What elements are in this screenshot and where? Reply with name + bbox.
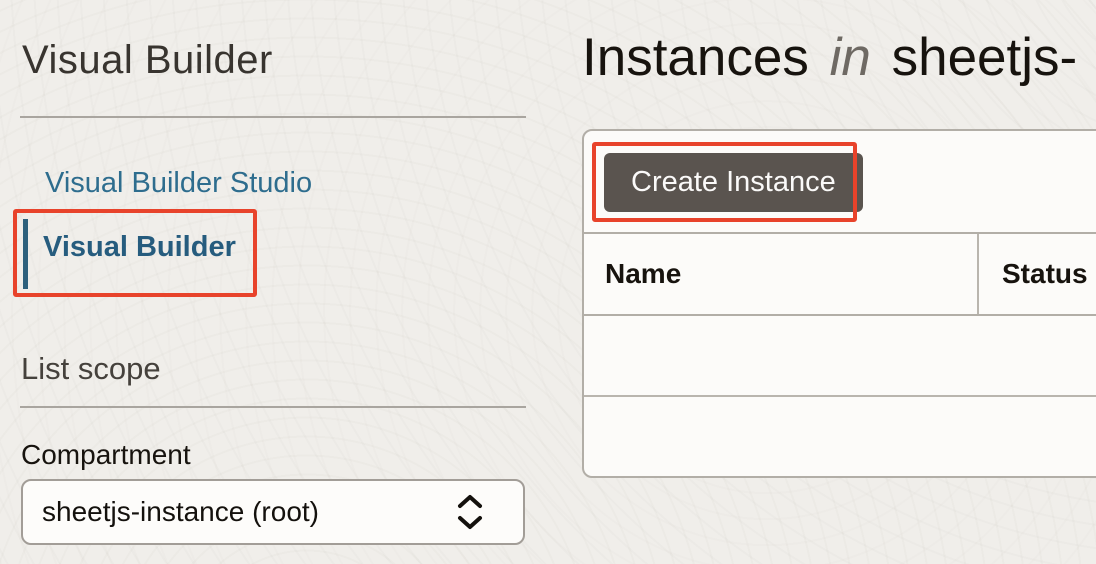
column-header-name[interactable]: Name [584, 234, 979, 314]
page-title: Instances in sheetjs- [582, 31, 1077, 84]
page-title-compartment-scope: sheetjs- [891, 28, 1078, 87]
sidebar-item-visual-builder[interactable]: Visual Builder [43, 233, 236, 262]
up-down-chevron-icon [458, 495, 482, 529]
sidebar-divider [20, 116, 526, 118]
compartment-select[interactable]: sheetjs-instance (root) [21, 479, 525, 545]
create-instance-button[interactable]: Create Instance [604, 153, 863, 212]
table-row [584, 316, 1096, 397]
compartment-label: Compartment [21, 439, 191, 470]
instances-toolbar: Create Instance [584, 131, 1096, 232]
page-title-connector: in [829, 28, 871, 87]
page-title-prefix: Instances [582, 28, 809, 87]
table-header-row: Name Status [584, 232, 1096, 316]
selected-indicator-bar [23, 219, 28, 289]
table-row [584, 397, 1096, 476]
sidebar-item-visual-builder-studio[interactable]: Visual Builder Studio [45, 169, 312, 198]
sidebar-divider [20, 406, 526, 408]
compartment-select-value: sheetjs-instance (root) [42, 496, 320, 527]
instances-panel: Create Instance Name Status [582, 129, 1096, 478]
column-header-status[interactable]: Status [979, 234, 1096, 314]
sidebar-title: Visual Builder [22, 38, 273, 82]
list-scope-heading: List scope [21, 351, 161, 386]
